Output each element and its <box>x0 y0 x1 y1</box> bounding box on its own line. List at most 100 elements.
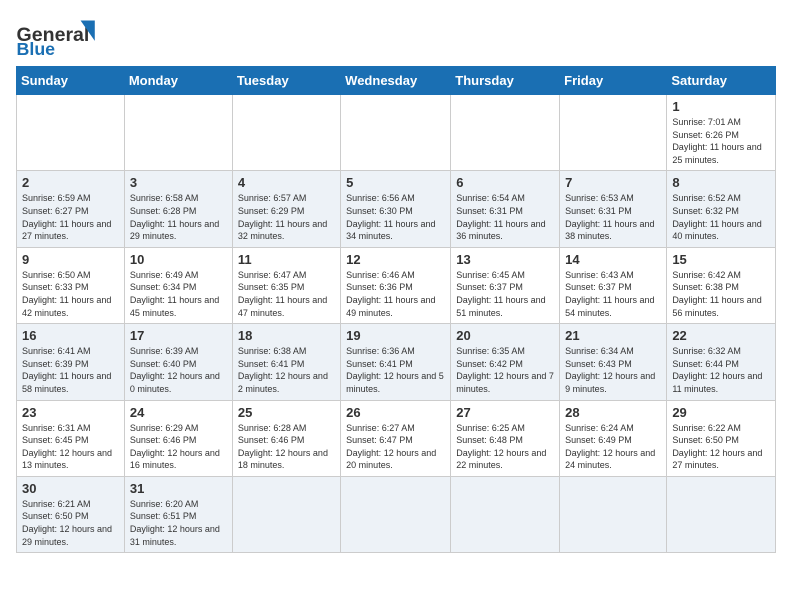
calendar-cell <box>232 476 340 552</box>
day-info: Sunrise: 6:49 AM Sunset: 6:34 PM Dayligh… <box>130 269 227 319</box>
day-number: 6 <box>456 175 554 190</box>
day-number: 9 <box>22 252 119 267</box>
day-number: 15 <box>672 252 770 267</box>
day-number: 1 <box>672 99 770 114</box>
day-number: 8 <box>672 175 770 190</box>
calendar-cell: 20 Sunrise: 6:35 AM Sunset: 6:42 PM Dayli… <box>451 324 560 400</box>
calendar-cell <box>341 95 451 171</box>
day-info: Sunrise: 7:01 AM Sunset: 6:26 PM Dayligh… <box>672 116 770 166</box>
day-number: 20 <box>456 328 554 343</box>
day-info: Sunrise: 6:52 AM Sunset: 6:32 PM Dayligh… <box>672 192 770 242</box>
day-number: 12 <box>346 252 445 267</box>
calendar-cell: 12 Sunrise: 6:46 AM Sunset: 6:36 PM Dayli… <box>341 247 451 323</box>
calendar-cell: 21Sunrise: 6:34 AM Sunset: 6:43 PM Dayli… <box>560 324 667 400</box>
day-info: Sunrise: 6:29 AM Sunset: 6:46 PM Dayligh… <box>130 422 227 472</box>
day-info: Sunrise: 6:50 AM Sunset: 6:33 PM Dayligh… <box>22 269 119 319</box>
day-info: Sunrise: 6:47 AM Sunset: 6:35 PM Dayligh… <box>238 269 335 319</box>
calendar-cell <box>232 95 340 171</box>
day-info: Sunrise: 6:41 AM Sunset: 6:39 PM Dayligh… <box>22 345 119 395</box>
day-info: Sunrise: 6:31 AM Sunset: 6:45 PM Dayligh… <box>22 422 119 472</box>
day-info: Sunrise: 6:53 AM Sunset: 6:31 PM Dayligh… <box>565 192 661 242</box>
day-info: Sunrise: 6:58 AM Sunset: 6:28 PM Dayligh… <box>130 192 227 242</box>
day-number: 3 <box>130 175 227 190</box>
calendar-cell <box>560 95 667 171</box>
day-number: 25 <box>238 405 335 420</box>
calendar-cell: 27Sunrise: 6:25 AM Sunset: 6:48 PM Dayli… <box>451 400 560 476</box>
calendar-cell: 23 Sunrise: 6:31 AM Sunset: 6:45 PM Dayli… <box>17 400 125 476</box>
column-header-monday: Monday <box>124 67 232 95</box>
day-info: Sunrise: 6:22 AM Sunset: 6:50 PM Dayligh… <box>672 422 770 472</box>
calendar-cell: 13 Sunrise: 6:45 AM Sunset: 6:37 PM Dayli… <box>451 247 560 323</box>
calendar-cell <box>451 95 560 171</box>
day-info: Sunrise: 6:57 AM Sunset: 6:29 PM Dayligh… <box>238 192 335 242</box>
calendar-cell: 18 Sunrise: 6:38 AM Sunset: 6:41 PM Dayli… <box>232 324 340 400</box>
day-info: Sunrise: 6:54 AM Sunset: 6:31 PM Dayligh… <box>456 192 554 242</box>
calendar-cell <box>124 95 232 171</box>
day-info: Sunrise: 6:34 AM Sunset: 6:43 PM Dayligh… <box>565 345 661 395</box>
day-info: Sunrise: 6:45 AM Sunset: 6:37 PM Dayligh… <box>456 269 554 319</box>
calendar-cell: 31 Sunrise: 6:20 AM Sunset: 6:51 PM Dayli… <box>124 476 232 552</box>
calendar-table: SundayMondayTuesdayWednesdayThursdayFrid… <box>16 66 776 553</box>
day-info: Sunrise: 6:38 AM Sunset: 6:41 PM Dayligh… <box>238 345 335 395</box>
day-number: 19 <box>346 328 445 343</box>
calendar-cell: 14 Sunrise: 6:43 AM Sunset: 6:37 PM Dayli… <box>560 247 667 323</box>
calendar-cell <box>17 95 125 171</box>
day-info: Sunrise: 6:59 AM Sunset: 6:27 PM Dayligh… <box>22 192 119 242</box>
day-info: Sunrise: 6:20 AM Sunset: 6:51 PM Dayligh… <box>130 498 227 548</box>
calendar-week-row: 9 Sunrise: 6:50 AM Sunset: 6:33 PM Daylig… <box>17 247 776 323</box>
day-number: 10 <box>130 252 227 267</box>
calendar-cell: 24 Sunrise: 6:29 AM Sunset: 6:46 PM Dayli… <box>124 400 232 476</box>
day-info: Sunrise: 6:35 AM Sunset: 6:42 PM Dayligh… <box>456 345 554 395</box>
day-number: 31 <box>130 481 227 496</box>
calendar-cell: 17 Sunrise: 6:39 AM Sunset: 6:40 PM Dayli… <box>124 324 232 400</box>
day-number: 2 <box>22 175 119 190</box>
calendar-week-row: 30 Sunrise: 6:21 AM Sunset: 6:50 PM Dayli… <box>17 476 776 552</box>
calendar-cell: 2 Sunrise: 6:59 AM Sunset: 6:27 PM Daylig… <box>17 171 125 247</box>
column-header-wednesday: Wednesday <box>341 67 451 95</box>
calendar-cell: 8 Sunrise: 6:52 AM Sunset: 6:32 PM Daylig… <box>667 171 776 247</box>
calendar-cell: 29 Sunrise: 6:22 AM Sunset: 6:50 PM Dayli… <box>667 400 776 476</box>
day-number: 29 <box>672 405 770 420</box>
calendar-cell: 15 Sunrise: 6:42 AM Sunset: 6:38 PM Dayli… <box>667 247 776 323</box>
day-info: Sunrise: 6:42 AM Sunset: 6:38 PM Dayligh… <box>672 269 770 319</box>
calendar-cell: 5Sunrise: 6:56 AM Sunset: 6:30 PM Daylig… <box>341 171 451 247</box>
day-number: 27 <box>456 405 554 420</box>
day-number: 14 <box>565 252 661 267</box>
day-number: 23 <box>22 405 119 420</box>
calendar-week-row: 23 Sunrise: 6:31 AM Sunset: 6:45 PM Dayli… <box>17 400 776 476</box>
day-info: Sunrise: 6:56 AM Sunset: 6:30 PM Dayligh… <box>346 192 445 242</box>
calendar-week-row: 2 Sunrise: 6:59 AM Sunset: 6:27 PM Daylig… <box>17 171 776 247</box>
day-number: 24 <box>130 405 227 420</box>
calendar-cell: 6 Sunrise: 6:54 AM Sunset: 6:31 PM Daylig… <box>451 171 560 247</box>
day-info: Sunrise: 6:39 AM Sunset: 6:40 PM Dayligh… <box>130 345 227 395</box>
calendar-cell: 16Sunrise: 6:41 AM Sunset: 6:39 PM Dayli… <box>17 324 125 400</box>
logo-svg: General Blue <box>16 16 106 56</box>
column-header-saturday: Saturday <box>667 67 776 95</box>
calendar-cell: 9 Sunrise: 6:50 AM Sunset: 6:33 PM Daylig… <box>17 247 125 323</box>
day-info: Sunrise: 6:43 AM Sunset: 6:37 PM Dayligh… <box>565 269 661 319</box>
day-number: 11 <box>238 252 335 267</box>
day-number: 17 <box>130 328 227 343</box>
calendar-cell: 19 Sunrise: 6:36 AM Sunset: 6:41 PM Dayli… <box>341 324 451 400</box>
calendar-cell: 28 Sunrise: 6:24 AM Sunset: 6:49 PM Dayli… <box>560 400 667 476</box>
day-info: Sunrise: 6:21 AM Sunset: 6:50 PM Dayligh… <box>22 498 119 548</box>
day-number: 26 <box>346 405 445 420</box>
column-header-thursday: Thursday <box>451 67 560 95</box>
calendar-week-row: 1 Sunrise: 7:01 AM Sunset: 6:26 PM Daylig… <box>17 95 776 171</box>
day-number: 30 <box>22 481 119 496</box>
calendar-cell <box>560 476 667 552</box>
calendar-cell: 25Sunrise: 6:28 AM Sunset: 6:46 PM Dayli… <box>232 400 340 476</box>
day-info: Sunrise: 6:36 AM Sunset: 6:41 PM Dayligh… <box>346 345 445 395</box>
day-number: 13 <box>456 252 554 267</box>
day-number: 18 <box>238 328 335 343</box>
calendar-cell: 7Sunrise: 6:53 AM Sunset: 6:31 PM Daylig… <box>560 171 667 247</box>
column-header-sunday: Sunday <box>17 67 125 95</box>
calendar-cell: 11 Sunrise: 6:47 AM Sunset: 6:35 PM Dayli… <box>232 247 340 323</box>
day-number: 28 <box>565 405 661 420</box>
day-info: Sunrise: 6:32 AM Sunset: 6:44 PM Dayligh… <box>672 345 770 395</box>
logo: General Blue <box>16 16 106 56</box>
day-info: Sunrise: 6:27 AM Sunset: 6:47 PM Dayligh… <box>346 422 445 472</box>
calendar-cell: 3 Sunrise: 6:58 AM Sunset: 6:28 PM Daylig… <box>124 171 232 247</box>
day-info: Sunrise: 6:46 AM Sunset: 6:36 PM Dayligh… <box>346 269 445 319</box>
day-info: Sunrise: 6:24 AM Sunset: 6:49 PM Dayligh… <box>565 422 661 472</box>
